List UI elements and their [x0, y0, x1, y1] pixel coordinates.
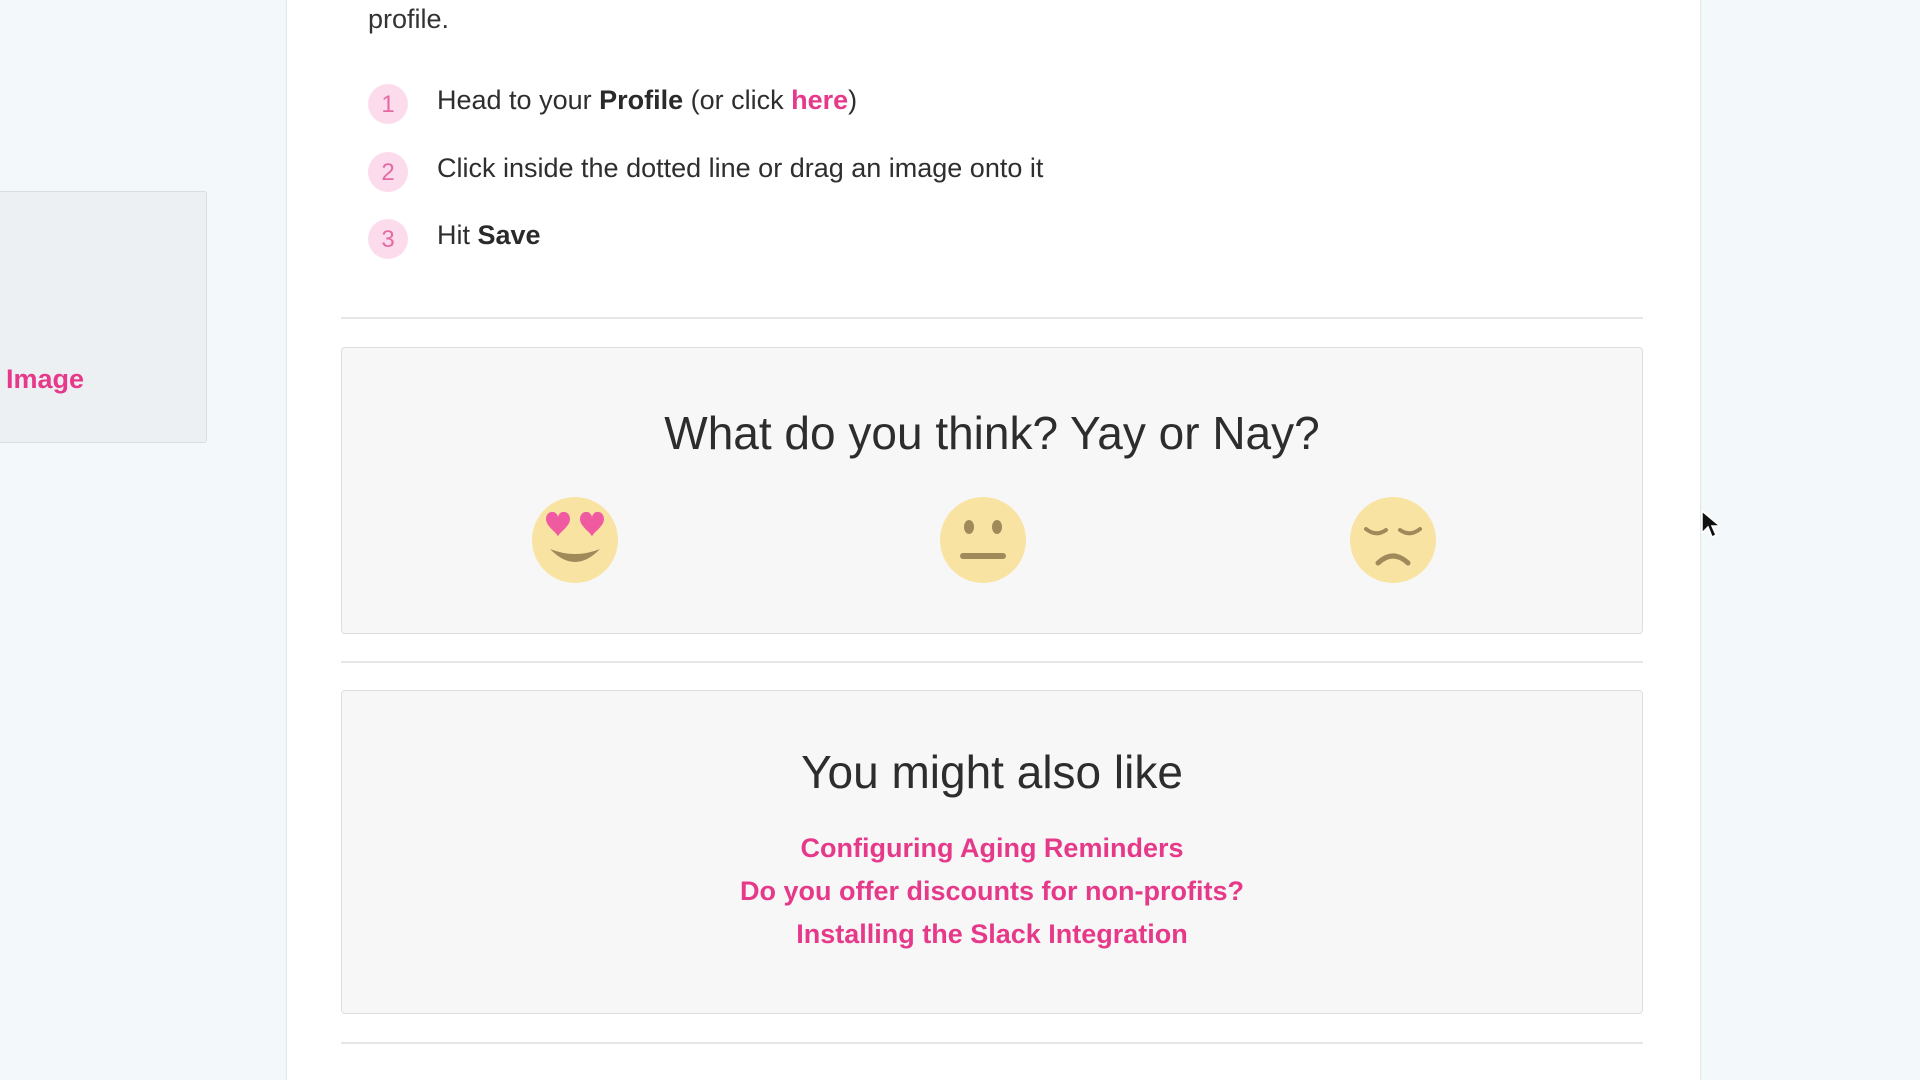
profile-label: Profile [599, 85, 684, 115]
related-article-link[interactable]: Configuring Aging Reminders [342, 827, 1642, 870]
related-article-link[interactable]: Installing the Slack Integration [342, 913, 1642, 956]
article-text: profile. [368, 4, 450, 34]
step-number-badge: 1 [368, 84, 408, 124]
feedback-title: What do you think? Yay or Nay? [664, 407, 1320, 459]
related-article-link[interactable]: Do you offer discounts for non-profits? [342, 870, 1642, 913]
related-links-list: Configuring Aging Reminders Do you offer… [342, 827, 1642, 956]
step-item: 1 Head to your Profile (or click here) [368, 80, 1268, 124]
related-title: You might also like [801, 746, 1183, 798]
step-number-badge: 3 [368, 219, 408, 259]
step-text: Hit Save [437, 220, 541, 250]
mouse-cursor-icon [1701, 509, 1723, 539]
page: Image profile. 1 Head to your Profile (o… [0, 0, 1920, 1080]
divider [341, 661, 1643, 663]
step-number-badge: 2 [368, 152, 408, 192]
sidebar-image-link[interactable]: Image [6, 364, 84, 395]
step-item: 3 Hit Save [368, 215, 1268, 259]
step-text: Head to your Profile (or click here) [437, 85, 858, 115]
step-text: Click inside the dotted line or drag an … [437, 153, 1044, 183]
divider [341, 317, 1643, 319]
save-label: Save [477, 220, 541, 250]
divider [341, 1042, 1643, 1044]
heart-eyes-emoji-icon[interactable] [532, 497, 618, 583]
related-articles-panel: You might also like Configuring Aging Re… [341, 690, 1643, 1014]
neutral-face-emoji-icon[interactable] [940, 497, 1026, 583]
here-link[interactable]: here [791, 85, 848, 115]
sidebar-card [0, 191, 207, 443]
step-item: 2 Click inside the dotted line or drag a… [368, 148, 1268, 192]
feedback-panel: What do you think? Yay or Nay? [341, 347, 1643, 634]
sad-face-emoji-icon[interactable] [1350, 497, 1436, 583]
